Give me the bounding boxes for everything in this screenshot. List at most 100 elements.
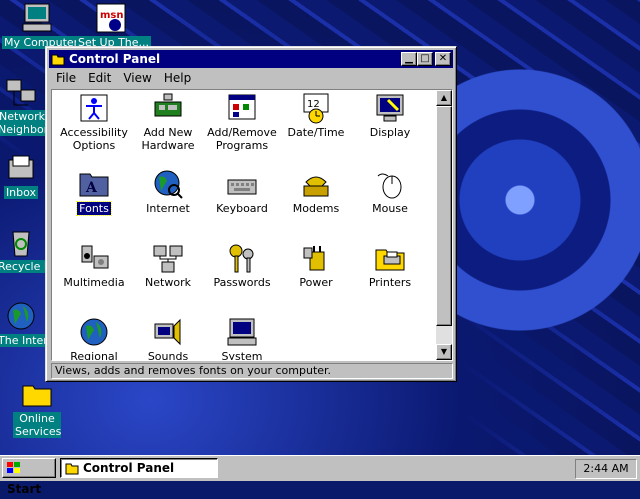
network-neighborhood-icon bbox=[5, 76, 37, 108]
multimedia-icon bbox=[78, 242, 110, 274]
menu-help[interactable]: Help bbox=[164, 71, 191, 85]
taskbar-button-control-panel[interactable]: Control Panel bbox=[60, 458, 218, 478]
cp-item-add-new-hardware[interactable]: Add New Hardware bbox=[130, 92, 206, 152]
close-icon: ✕ bbox=[438, 53, 448, 64]
desktop-icon-my-computer[interactable]: My Computer bbox=[2, 2, 81, 49]
internet-globe-icon bbox=[5, 300, 37, 332]
cp-item-label: Accessibility Options bbox=[60, 126, 128, 152]
control-panel-icon bbox=[51, 54, 65, 66]
desktop-icon-label: Online Services bbox=[13, 412, 62, 438]
taskbar-button-label: Control Panel bbox=[83, 461, 175, 475]
cp-item-multimedia[interactable]: Multimedia bbox=[56, 242, 132, 289]
control-panel-window: Control Panel ▁ □ ✕ File Edit View Help Acc… bbox=[45, 46, 457, 382]
desktop-icon-msn[interactable]: msn Set Up The... bbox=[76, 2, 152, 49]
start-label: Start bbox=[7, 482, 42, 496]
cp-item-internet[interactable]: Internet bbox=[130, 168, 206, 215]
icon-view: Accessibility Options Add New Hardware A… bbox=[51, 89, 453, 361]
cp-item-label: Add New Hardware bbox=[141, 126, 195, 152]
mouse-icon bbox=[374, 168, 406, 200]
svg-text:A: A bbox=[85, 180, 98, 196]
cp-item-printers[interactable]: Printers bbox=[352, 242, 428, 289]
cp-item-label: Power bbox=[299, 276, 333, 289]
cp-item-sounds[interactable]: Sounds bbox=[130, 316, 206, 361]
cp-item-label: Regional bbox=[70, 350, 118, 361]
maximize-button[interactable]: □ bbox=[417, 52, 433, 66]
vertical-scrollbar[interactable]: ▲ ▼ bbox=[436, 90, 452, 360]
windows-logo-icon bbox=[7, 462, 20, 473]
maximize-icon: □ bbox=[420, 53, 430, 64]
cp-item-label: Fonts bbox=[76, 201, 112, 216]
cp-item-label: Modems bbox=[292, 202, 340, 215]
scroll-up-button[interactable]: ▲ bbox=[436, 90, 452, 106]
printer-folder-icon bbox=[374, 242, 406, 274]
keyboard-icon bbox=[226, 168, 258, 200]
fonts-folder-icon: A bbox=[78, 168, 110, 200]
status-bar: Views, adds and removes fonts on your co… bbox=[51, 363, 453, 379]
cp-item-label: System bbox=[221, 350, 263, 361]
cp-item-label: Date/Time bbox=[287, 126, 345, 139]
arrow-up-icon: ▲ bbox=[440, 93, 448, 102]
calendar-clock-icon: 12 bbox=[300, 92, 332, 124]
start-button[interactable]: Start bbox=[2, 458, 56, 496]
cp-item-mouse[interactable]: Mouse bbox=[352, 168, 428, 215]
cp-item-label: Internet bbox=[146, 202, 190, 215]
cp-item-label: Sounds bbox=[147, 350, 189, 361]
scroll-down-button[interactable]: ▼ bbox=[436, 344, 452, 360]
close-button[interactable]: ✕ bbox=[435, 52, 451, 66]
desktop-icon-label: Network Neighborhood bbox=[0, 110, 75, 136]
cp-item-regional[interactable]: Regional bbox=[56, 316, 132, 361]
scroll-thumb[interactable] bbox=[436, 106, 452, 326]
regional-globe-icon bbox=[78, 316, 110, 348]
cp-item-label: Passwords bbox=[213, 276, 271, 289]
cp-item-label: Mouse bbox=[372, 202, 408, 215]
network-icon bbox=[152, 242, 184, 274]
hardware-icon bbox=[152, 92, 184, 124]
globe-icon bbox=[152, 168, 184, 200]
keys-icon bbox=[226, 242, 258, 274]
cp-item-label: Network bbox=[145, 276, 191, 289]
system-computer-icon bbox=[226, 316, 258, 348]
desktop-icon-recycle-bin[interactable]: Recycle Bin bbox=[0, 226, 64, 273]
recycle-bin-icon bbox=[5, 226, 37, 258]
control-panel-icon bbox=[65, 463, 79, 475]
menu-file[interactable]: File bbox=[56, 71, 76, 85]
inbox-icon bbox=[5, 152, 37, 184]
cp-item-modems[interactable]: Modems bbox=[278, 168, 354, 215]
cp-item-passwords[interactable]: Passwords bbox=[204, 242, 280, 289]
folder-icon bbox=[21, 378, 53, 410]
arrow-down-icon: ▼ bbox=[440, 347, 448, 356]
cp-item-date-time[interactable]: 12 Date/Time bbox=[278, 92, 354, 139]
accessibility-icon bbox=[78, 92, 110, 124]
menu-bar: File Edit View Help bbox=[50, 69, 197, 87]
svg-text:msn: msn bbox=[100, 10, 124, 21]
title-bar[interactable]: Control Panel ▁ □ ✕ bbox=[49, 50, 453, 68]
cp-item-label: Keyboard bbox=[216, 202, 268, 215]
desktop-icon-the-internet[interactable]: The Internet bbox=[0, 300, 68, 347]
speaker-icon bbox=[152, 316, 184, 348]
cp-item-accessibility[interactable]: Accessibility Options bbox=[56, 92, 132, 152]
minimize-icon: ▁ bbox=[405, 53, 413, 64]
display-icon bbox=[374, 92, 406, 124]
desktop-icon-label: Inbox bbox=[3, 186, 39, 199]
window-title: Control Panel bbox=[69, 52, 161, 66]
minimize-button[interactable]: ▁ bbox=[401, 52, 417, 66]
desktop-icon-network-neighborhood[interactable]: Network Neighborhood bbox=[0, 76, 75, 136]
desktop-icon-inbox[interactable]: Inbox bbox=[0, 152, 46, 199]
cp-item-network[interactable]: Network bbox=[130, 242, 206, 289]
cp-item-add-remove-programs[interactable]: Add/Remove Programs bbox=[204, 92, 280, 152]
cp-item-fonts[interactable]: A Fonts bbox=[56, 168, 132, 216]
cp-item-keyboard[interactable]: Keyboard bbox=[204, 168, 280, 215]
msn-icon: msn bbox=[95, 2, 127, 34]
taskbar: Start Control Panel 2:44 AM bbox=[0, 455, 640, 496]
system-tray-clock[interactable]: 2:44 AM bbox=[575, 459, 637, 479]
menu-edit[interactable]: Edit bbox=[88, 71, 111, 85]
cp-item-display[interactable]: Display bbox=[352, 92, 428, 139]
cp-item-label: Multimedia bbox=[63, 276, 125, 289]
desktop-icon-online-services[interactable]: Online Services bbox=[2, 378, 72, 438]
cp-item-system[interactable]: System bbox=[204, 316, 280, 361]
menu-view[interactable]: View bbox=[123, 71, 151, 85]
cp-item-power[interactable]: Power bbox=[278, 242, 354, 289]
power-plug-icon bbox=[300, 242, 332, 274]
cp-item-label: Add/Remove Programs bbox=[207, 126, 277, 152]
programs-icon bbox=[226, 92, 258, 124]
